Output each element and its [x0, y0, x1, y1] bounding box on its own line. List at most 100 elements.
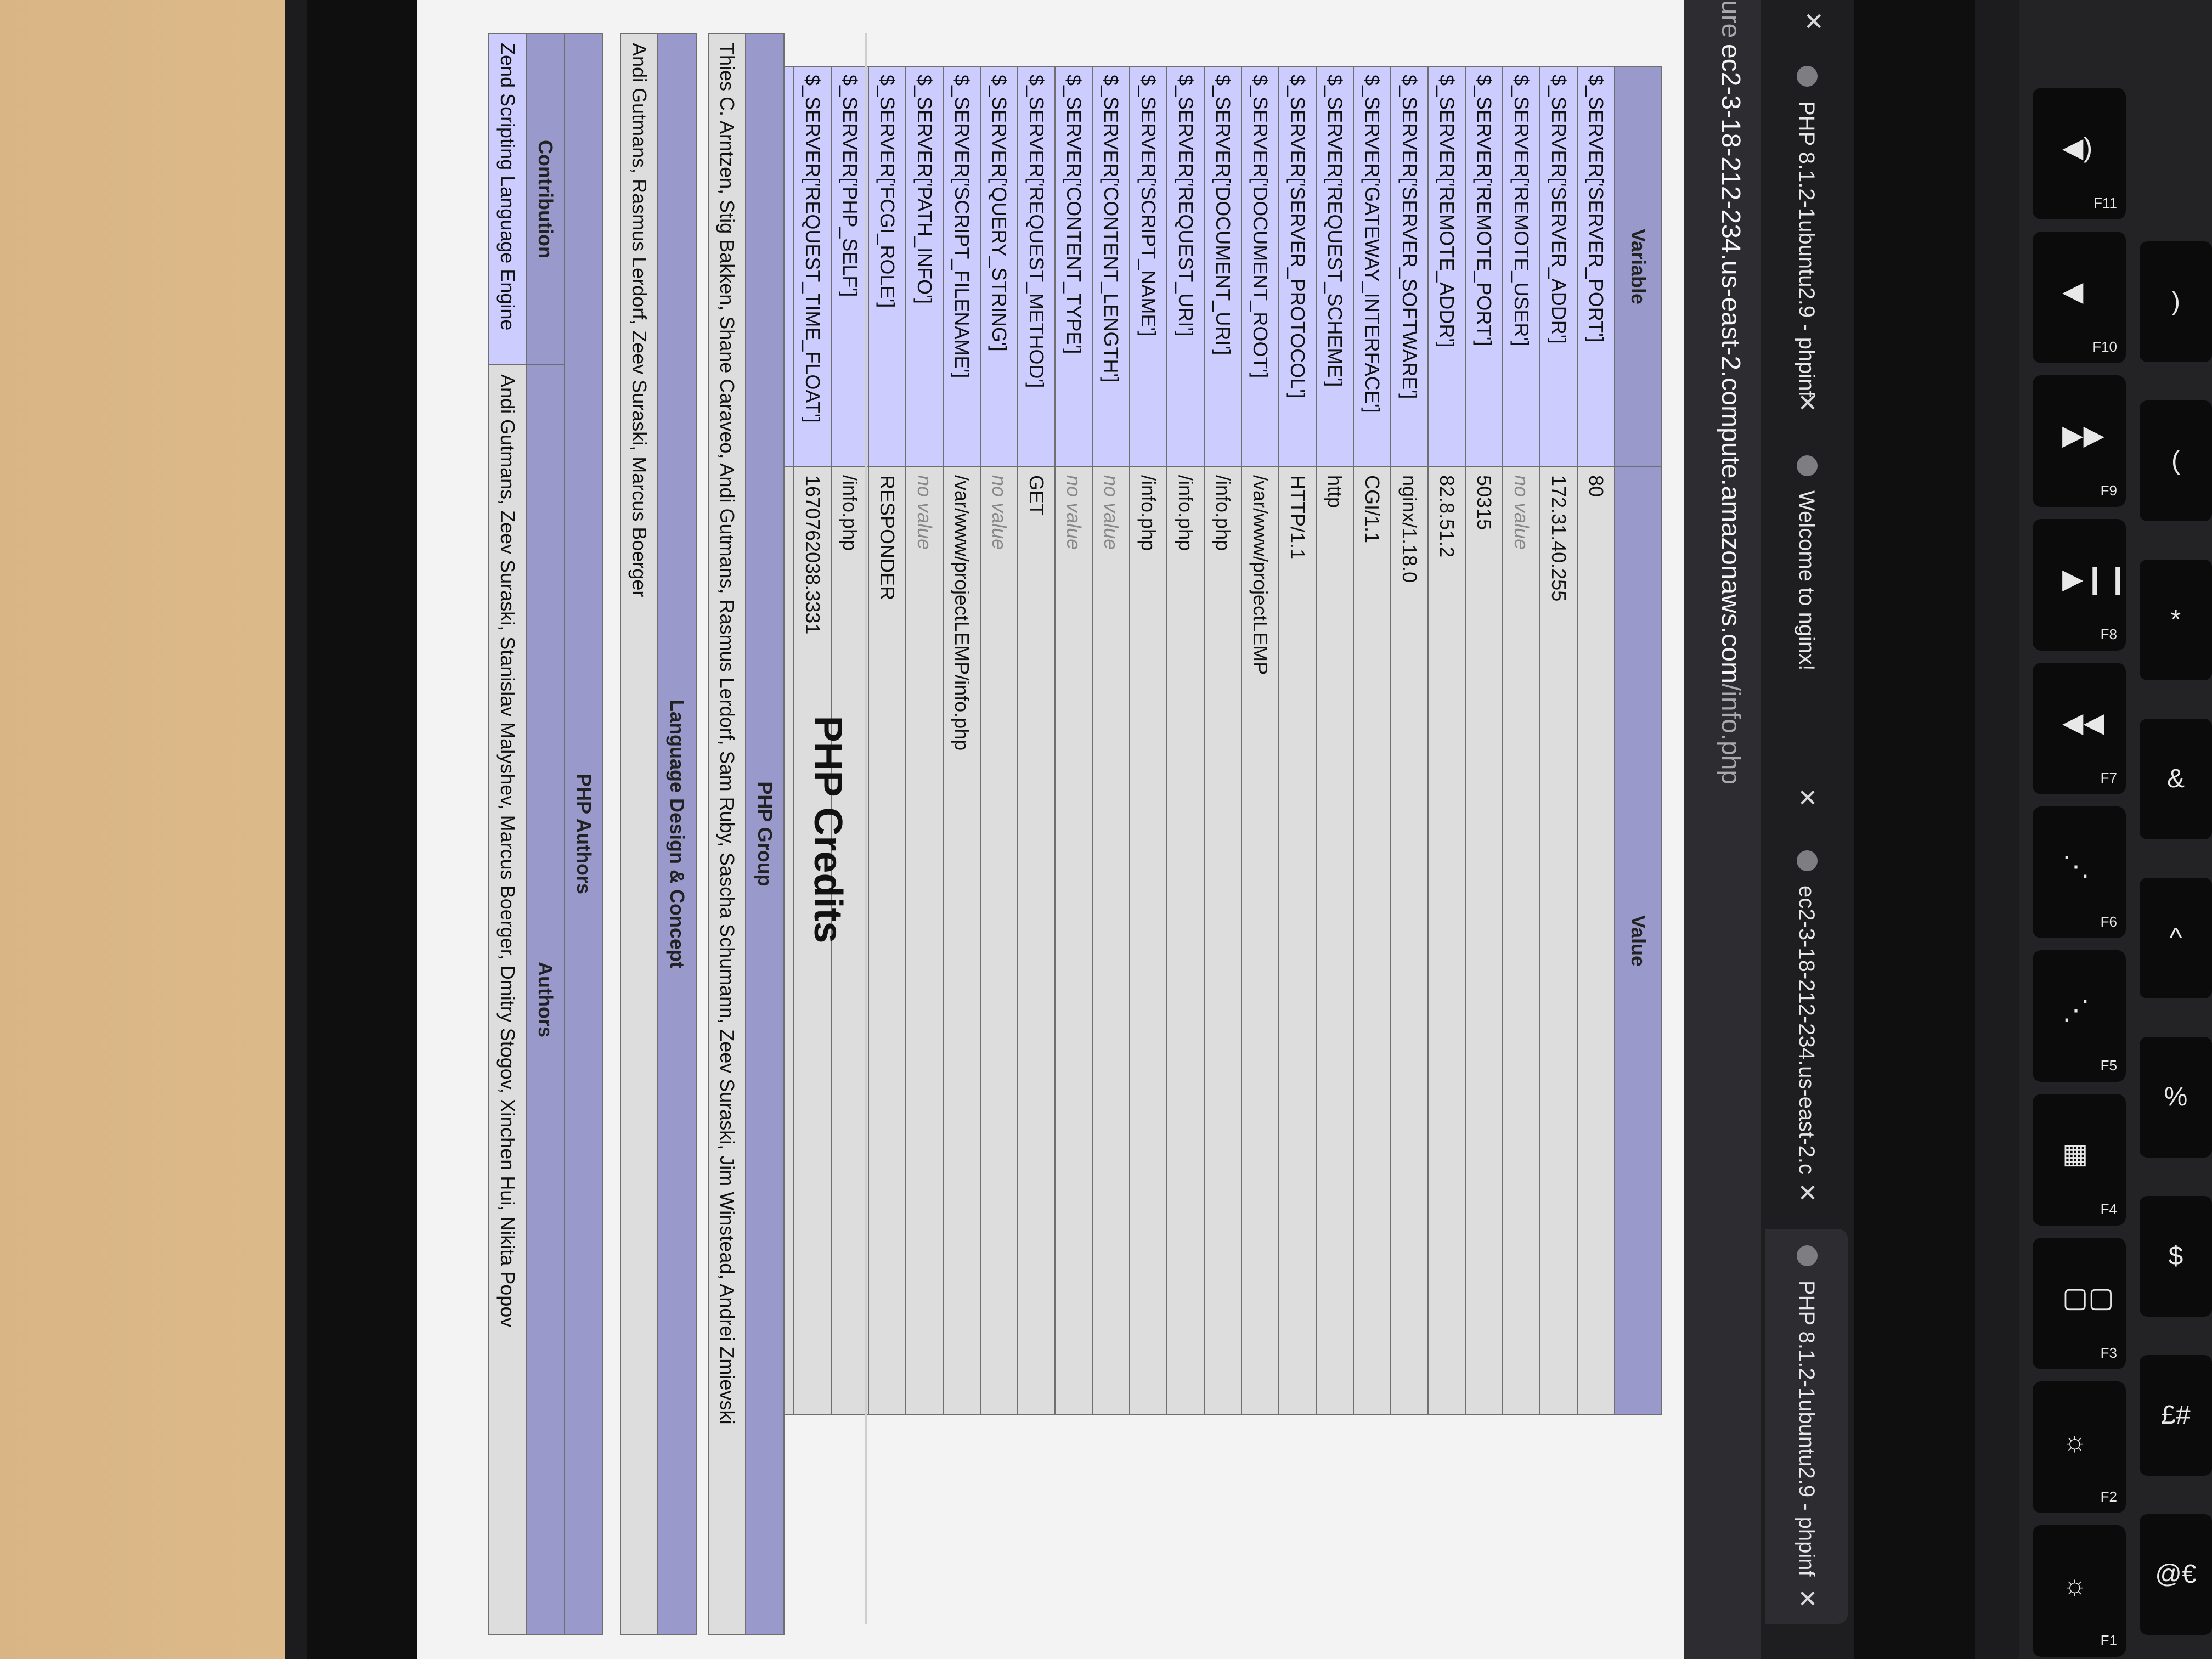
table-row: $_SERVER['REQUEST_SCHEME'] http: [1316, 66, 1353, 1415]
number-key[interactable]: *: [2140, 560, 2212, 680]
number-key[interactable]: $: [2140, 1196, 2212, 1317]
table-row: $_SERVER['CONTENT_LENGTH'] no value: [1092, 66, 1130, 1415]
key-label: F5: [2100, 1057, 2117, 1074]
key-label: F9: [2100, 482, 2117, 499]
authors-cell: Andi Gutmans, Zeev Suraski, Stanislav Ma…: [489, 365, 526, 1634]
number-key[interactable]: @€: [2140, 1514, 2212, 1635]
tab-title: Welcome to nginx!: [1795, 490, 1819, 671]
number-key[interactable]: %: [2140, 1037, 2212, 1158]
php-authors-header: PHP Authors: [565, 33, 603, 1634]
function-key-f1[interactable]: ☼ F1: [2033, 1525, 2126, 1657]
variable-cell: $_SERVER['GATEWAY_INTERFACE']: [1353, 66, 1391, 467]
variable-cell: $_SERVER['REQUEST_URI']: [1167, 66, 1204, 467]
function-key-f11[interactable]: ◀) F11: [2033, 88, 2126, 219]
table-row: $_SERVER['SCRIPT_FILENAME']/var/www/proj…: [943, 66, 980, 1415]
php-group-members: Thies C. Arntzen, Stig Bakken, Shane Car…: [708, 33, 746, 1634]
key-symbol-icon: ▢▢: [2062, 1282, 2114, 1313]
tab-ec2-host[interactable]: ec2-3-18-212-234.us-east-2.c ✕: [1765, 834, 1848, 1218]
value-cell: CGI/1.1: [1353, 467, 1391, 1415]
variable-cell: $_SERVER['REMOTE_USER']: [1503, 66, 1540, 467]
table-row: $_SERVER['DOCUMENT_ROOT']/var/www/projec…: [1242, 66, 1279, 1415]
number-key[interactable]: £#: [2140, 1355, 2212, 1476]
key-symbol-icon: ◀): [2062, 132, 2093, 163]
function-key-f9[interactable]: ▶▶ F9: [2033, 375, 2126, 507]
table-row: $_SERVER['DOCUMENT_URI']/info.php: [1204, 66, 1242, 1415]
section-divider: [865, 33, 867, 1624]
function-key-f6[interactable]: ⋱ F6: [2033, 806, 2126, 938]
close-icon[interactable]: ✕: [1765, 1182, 1848, 1203]
address-bar[interactable]: ure ec2-3-18-212-234.us-east-2.compute.a…: [1684, 0, 1761, 1659]
close-icon[interactable]: ✕: [1765, 392, 1848, 413]
table-row: $_SERVER['GATEWAY_INTERFACE'] CGI/1.1: [1353, 66, 1391, 1415]
table-row: $_SERVER['SERVER_PROTOCOL'] HTTP/1.1: [1279, 66, 1316, 1415]
function-key-f8[interactable]: ▶❙❙ F8: [2033, 519, 2129, 651]
close-icon[interactable]: ✕: [1799, 11, 1827, 31]
value-cell: /info.php: [1130, 467, 1167, 1415]
tab-title: PHP 8.1.2-1ubuntu2.9 - phpinf: [1795, 101, 1819, 397]
table-row: $_SERVER['SERVER_PORT'] 80: [1577, 66, 1615, 1415]
url-path: /info.php: [1716, 683, 1745, 785]
globe-icon: [1796, 455, 1818, 476]
number-key[interactable]: &: [2140, 719, 2212, 839]
key-symbol-icon: ◀◀: [2062, 707, 2104, 738]
value-cell: no value: [1092, 467, 1130, 1415]
function-key-f4[interactable]: ▦ F4: [2033, 1094, 2126, 1226]
address-prefix: ure: [1716, 0, 1745, 38]
table-row: $_SERVER['REMOTE_ADDR'] 82.8.51.2: [1428, 66, 1465, 1415]
table-row: $_SERVER['QUERY_STRING'] no value: [980, 66, 1018, 1415]
server-variables-table: Variable Value $_SERVER['SERVER_PORT'] 80…: [756, 66, 1662, 1415]
table-row: $_SERVER['PATH_INFO'] no value: [906, 66, 943, 1415]
number-key[interactable]: ): [2140, 241, 2212, 362]
phpinfo-page: Variable Value $_SERVER['SERVER_PORT'] 80…: [417, 0, 1684, 1659]
table-header-row: Variable Value: [1615, 66, 1662, 1415]
key-label: F1: [2100, 1632, 2117, 1649]
key-symbol-icon: ▶▶: [2062, 420, 2104, 450]
table-row: $_SERVER['REQUEST_URI']/info.php: [1167, 66, 1204, 1415]
value-cell: no value: [906, 467, 943, 1415]
variable-cell: $_SERVER['REQUEST_SCHEME']: [1316, 66, 1353, 467]
table-row: $_SERVER['REMOTE_PORT'] 50315: [1465, 66, 1503, 1415]
variable-cell: $_SERVER['SERVER_PORT']: [1577, 66, 1615, 467]
close-icon[interactable]: ✕: [1765, 787, 1848, 808]
value-cell: nginx/1.18.0: [1391, 467, 1428, 1415]
variable-cell: $_SERVER['PATH_INFO']: [906, 66, 943, 467]
tab-phpinfo-2[interactable]: PHP 8.1.2-1ubuntu2.9 - phpinf ✕: [1765, 1229, 1848, 1624]
number-key[interactable]: ^: [2140, 878, 2212, 998]
key-symbol-icon: ⋱: [2062, 851, 2090, 882]
globe-icon: [1796, 850, 1818, 871]
table-row: $_SERVER['SCRIPT_NAME']/info.php: [1130, 66, 1167, 1415]
function-key-f10[interactable]: ◀ F10: [2033, 232, 2126, 363]
language-design-header: Language Design & Concept: [658, 33, 696, 1634]
php-group-table: PHP Group Thies C. Arntzen, Stig Bakken,…: [708, 33, 785, 1635]
function-key-f5[interactable]: ⋰ F5: [2033, 950, 2126, 1082]
variable-cell: $_SERVER['SCRIPT_NAME']: [1130, 66, 1167, 467]
number-key[interactable]: (: [2140, 400, 2212, 521]
value-cell: 82.8.51.2: [1428, 467, 1465, 1415]
value-cell: RESPONDER: [868, 467, 906, 1415]
variable-cell: $_SERVER['QUERY_STRING']: [980, 66, 1018, 467]
value-cell: HTTP/1.1: [1279, 467, 1316, 1415]
globe-icon: [1796, 1245, 1818, 1266]
function-key-f3[interactable]: ▢▢ F3: [2033, 1238, 2126, 1369]
url-text[interactable]: ec2-3-18-212-234.us-east-2.compute.amazo…: [1716, 44, 1746, 785]
close-icon[interactable]: ✕: [1765, 1588, 1848, 1609]
column-header-contribution: Contribution: [526, 33, 565, 365]
php-group-header: PHP Group: [746, 33, 784, 1634]
tab-nginx[interactable]: Welcome to nginx! ✕: [1765, 439, 1848, 823]
variable-cell: $_SERVER['DOCUMENT_URI']: [1204, 66, 1242, 467]
tab-phpinfo-1[interactable]: PHP 8.1.2-1ubuntu2.9 - phpinf ✕: [1765, 49, 1848, 428]
table-row: $_SERVER['CONTENT_TYPE'] no value: [1055, 66, 1092, 1415]
value-cell: no value: [1503, 467, 1540, 1415]
variable-cell: $_SERVER['FCGI_ROLE']: [868, 66, 906, 467]
function-key-f7[interactable]: ◀◀ F7: [2033, 663, 2126, 794]
value-cell: /var/www/projectLEMP/info.php: [943, 467, 980, 1415]
variable-cell: $_SERVER['SERVER_SOFTWARE']: [1391, 66, 1428, 467]
key-label: F8: [2100, 626, 2117, 642]
value-cell: http: [1316, 467, 1353, 1415]
variable-cell: $_SERVER['REMOTE_PORT']: [1465, 66, 1503, 467]
variable-cell: $_SERVER['SCRIPT_FILENAME']: [943, 66, 980, 467]
variable-cell: $_SERVER['CONTENT_TYPE']: [1055, 66, 1092, 467]
value-cell: 172.31.40.255: [1540, 467, 1577, 1415]
variable-cell: $_SERVER['CONTENT_LENGTH']: [1092, 66, 1130, 467]
function-key-f2[interactable]: ☼ F2: [2033, 1381, 2126, 1513]
